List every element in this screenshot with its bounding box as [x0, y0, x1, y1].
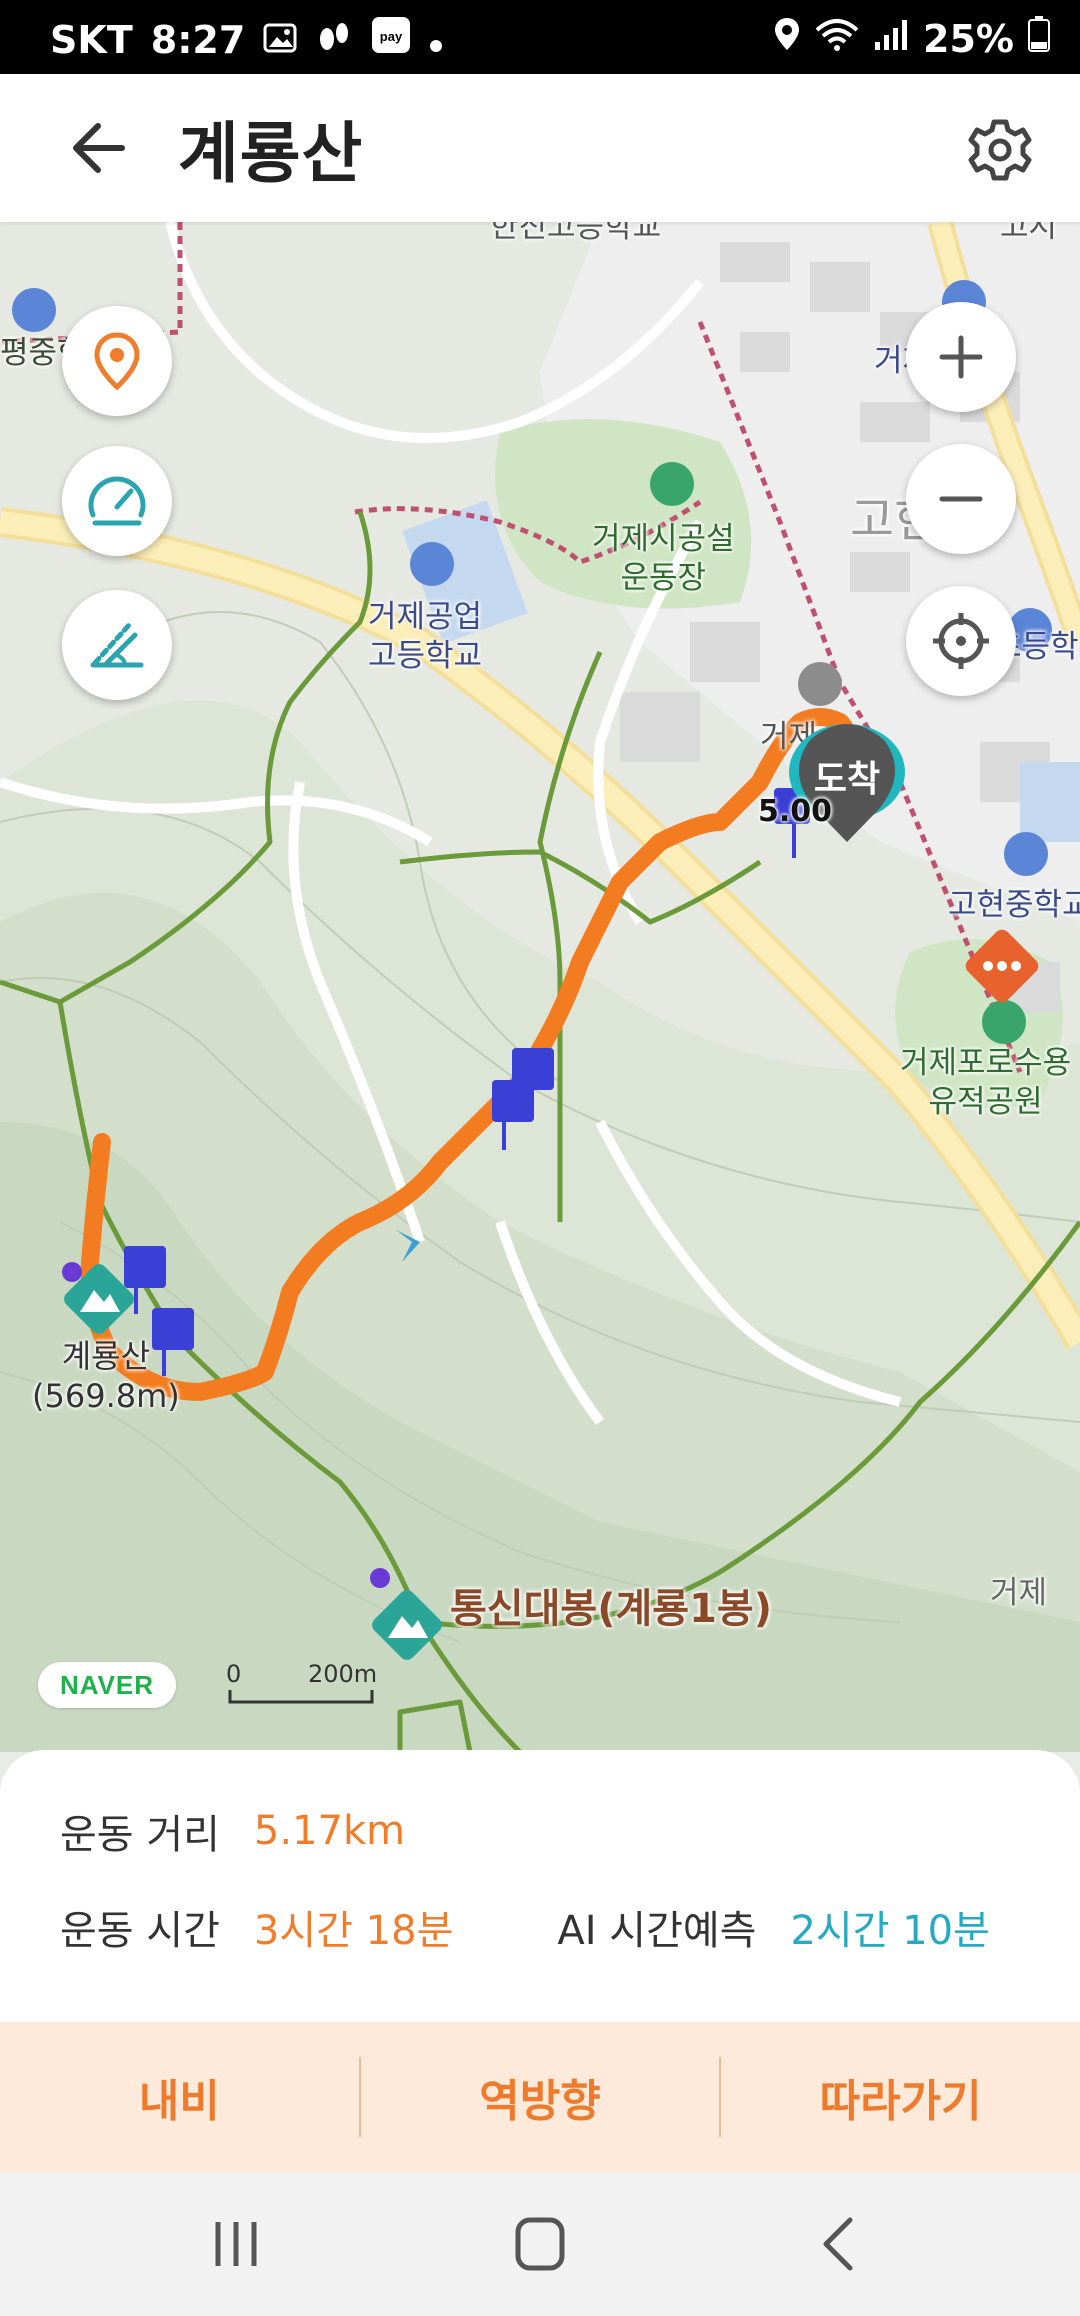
follow-button[interactable]: 따라가기	[721, 2022, 1080, 2172]
navi-button[interactable]: 내비	[0, 2022, 359, 2172]
system-back-button[interactable]	[800, 2212, 880, 2276]
peak-label-secondary: 통신대봉(계룡1봉)	[450, 1586, 772, 1632]
recent-apps-button[interactable]	[196, 2212, 276, 2276]
zoom-in-button[interactable]	[906, 302, 1016, 412]
location-pin-button[interactable]	[62, 306, 172, 416]
map-canvas[interactable]	[0, 222, 1080, 1752]
location-icon	[773, 16, 801, 61]
recent-apps-icon	[215, 2222, 257, 2266]
home-button[interactable]	[500, 2212, 580, 2276]
distance-value: 5.17km	[253, 1808, 406, 1854]
peak-label-main: 계룡산 (569.8m)	[32, 1337, 180, 1415]
back-icon	[823, 2217, 853, 2271]
system-nav-bar	[0, 2172, 1080, 2316]
slope-button[interactable]	[62, 590, 172, 700]
gallery-icon	[263, 18, 297, 62]
status-bar-left: SKT 8:27 pay	[50, 16, 443, 63]
location-pin-icon	[94, 332, 140, 391]
distance-marker-label: 5.00	[758, 794, 833, 829]
distance-label: 운동 거리	[60, 1812, 220, 1858]
gear-icon	[968, 119, 1032, 181]
map-label: 거제시공설 운동장	[592, 521, 735, 596]
arrow-left-icon	[73, 123, 125, 173]
ai-time-label: AI 시간예측	[557, 1908, 757, 1954]
dot-icon	[429, 18, 443, 62]
zoom-out-icon	[939, 496, 983, 502]
reverse-button[interactable]: 역방향	[361, 2022, 720, 2172]
action-bar: 내비 역방향 따라가기	[0, 2022, 1080, 2172]
map-label: 한진고등학교	[490, 222, 662, 245]
map-label: 고현중학교	[948, 887, 1080, 923]
time-label: 운동 시간	[60, 1908, 220, 1954]
status-bar-right: 25%	[773, 16, 1050, 61]
battery-percent: 25%	[923, 16, 1014, 61]
footprint-icon	[315, 18, 353, 62]
zoom-in-icon	[939, 335, 983, 379]
zoom-out-button[interactable]	[906, 444, 1016, 554]
map-scale: 0 200m	[226, 1660, 377, 1706]
slope-icon	[90, 622, 144, 668]
map-label: 거제	[990, 1575, 1048, 1611]
carrier-label: SKT	[50, 17, 133, 62]
scale-bar	[228, 1690, 374, 1704]
signal-icon	[873, 17, 909, 61]
status-time: 8:27	[150, 17, 246, 62]
locate-icon	[933, 613, 989, 669]
back-button[interactable]	[62, 112, 142, 184]
map-label: 거제포로수용 유적공원	[900, 1045, 1072, 1120]
page-title: 계룡산	[178, 115, 364, 192]
app-bar: 계룡산	[0, 74, 1080, 222]
svg-text:pay: pay	[380, 29, 403, 44]
map-label: 거제공업 고등학교	[368, 599, 483, 674]
speedometer-button[interactable]	[62, 446, 172, 556]
pay-icon: pay	[371, 16, 411, 63]
wifi-icon	[815, 17, 859, 61]
naver-logo: NAVER	[38, 1662, 176, 1708]
distance-row: 운동 거리 5.17km	[60, 1802, 405, 1860]
time-row: 운동 시간 3시간 18분 AI 시간예측 2시간 10분	[60, 1898, 990, 1956]
speedometer-icon	[88, 476, 146, 526]
home-icon	[515, 2217, 565, 2271]
map-label: 고시	[1000, 222, 1058, 245]
route-info-panel: 운동 거리 5.17km 운동 시간 3시간 18분 AI 시간예측 2시간 1…	[0, 1750, 1080, 2022]
battery-icon	[1028, 16, 1050, 61]
status-bar: SKT 8:27 pay 25%	[0, 0, 1080, 74]
time-value: 3시간 18분	[253, 1908, 454, 1954]
locate-button[interactable]	[906, 586, 1016, 696]
map-view[interactable]: 평중학 한진고등학교 고시 거제시공설 운동장 거제공업 고등학교 거제시장 고…	[0, 222, 1080, 1752]
settings-button[interactable]	[964, 114, 1036, 186]
ai-time-value: 2시간 10분	[790, 1908, 990, 1954]
